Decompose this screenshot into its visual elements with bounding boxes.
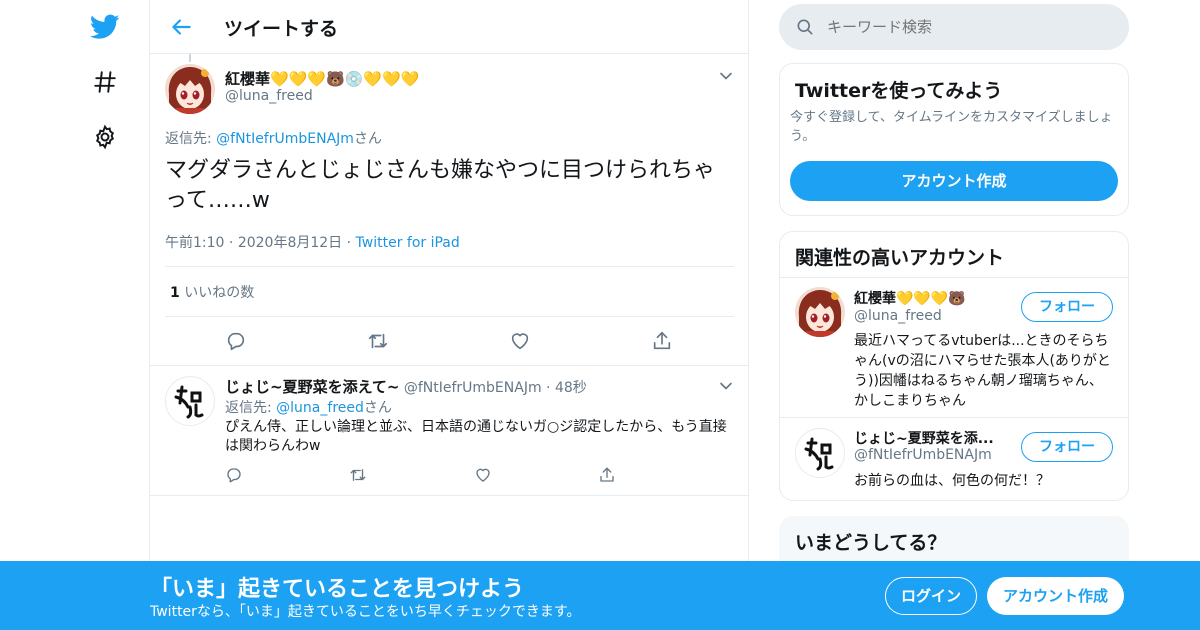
share-icon[interactable] [594,462,620,488]
author-handle[interactable]: @luna_freed [225,88,313,104]
retweet-icon[interactable] [345,462,371,488]
reply-context: 返信先: @luna_freedさん [225,397,392,417]
page-title: ツイートする [224,18,339,40]
tweet-text: マグダラさんとじょじさんも嫌なやつに目つけられちゃって……w [165,158,716,213]
thread-line [189,54,191,62]
author-name[interactable]: 紅櫻華💛💛💛🐻💿💛💛💛 [225,68,419,89]
author-handle[interactable]: @fNtIefrUmbENAJm [404,380,542,396]
account-name[interactable]: じょじ~夏野菜を添... [854,428,994,448]
share-icon[interactable] [649,328,675,354]
reply-context: 返信先: @fNtIefrUmbENAJmさん [165,128,382,148]
reply-prefix: 返信先: [225,400,277,416]
banner-signup-button[interactable]: アカウント作成 [987,577,1124,615]
signup-card-title: Twitterを使ってみよう [795,80,1003,102]
banner-subtext: Twitterなら、「いま」起きていることをいち早くチェックできます。 [150,604,581,620]
avatar[interactable] [165,376,215,426]
related-accounts-card: 関連性の高いアカウント 紅櫻華💛💛💛🐻 @luna_freed フォロー 最近ハ… [779,231,1129,501]
account-handle[interactable]: @fNtIefrUmbENAJm [854,447,992,463]
search-input[interactable] [827,4,1117,50]
reply-icon[interactable] [221,462,247,488]
related-title: 関連性の高いアカウント [795,247,1005,269]
tweet-time[interactable]: 午前1:10 [165,235,224,251]
signup-card-description: 今すぐ登録して、タイムラインをカスタマイズしましょう。 [790,110,1113,144]
tweet-date[interactable]: 2020年8月12日 [238,235,342,251]
reply-icon[interactable] [223,328,249,354]
follow-button[interactable]: フォロー [1021,432,1113,462]
divider [165,266,734,267]
account-bio: 最近ハマってるvtuberは...ときのそらちゃん(vの沼にハマらせた張本人(あ… [854,333,1111,409]
reply-prefix: 返信先: [165,131,217,147]
search-box[interactable] [779,4,1129,50]
account-handle[interactable]: @luna_freed [854,308,942,324]
chevron-down-icon[interactable] [716,376,736,396]
reply-to-link[interactable]: @fNtIefrUmbENAJm [216,131,354,147]
hashtag-icon[interactable] [88,65,122,99]
divider [780,417,1128,418]
reply-suffix: さん [363,400,392,416]
reply-header: じょじ~夏野菜を添えて~ @fNtIefrUmbENAJm · 48秒 [225,378,587,396]
search-icon [795,17,815,37]
retweet-icon[interactable] [365,328,391,354]
signup-card: Twitterを使ってみよう 今すぐ登録して、タイムラインをカスタマイズしましょ… [779,63,1129,216]
gear-icon[interactable] [88,120,122,154]
likes-count: 1 [170,285,180,301]
follow-button[interactable]: フォロー [1021,292,1113,322]
divider [150,365,748,366]
create-account-button[interactable]: アカウント作成 [790,161,1118,201]
signup-banner: 「いま」起きていることを見つけよう Twitterなら、「いま」起きていることを… [0,561,1200,630]
like-icon[interactable] [507,328,533,354]
account-name[interactable]: 紅櫻華💛💛💛🐻 [854,288,966,308]
likes-label: いいねの数 [184,285,255,301]
reply-suffix: さん [353,131,382,147]
author-name[interactable]: じょじ~夏野菜を添えて~ [225,378,399,396]
avatar[interactable] [165,64,215,114]
reply-text: ぴえん侍、正しい論理と並ぶ、日本語の通じないガ○ジ認定したから、もう直接は関わら… [225,419,727,454]
avatar[interactable] [795,287,845,337]
time-ago[interactable]: 48秒 [555,380,587,396]
divider [780,277,1128,278]
tweet-meta: 午前1:10 · 2020年8月12日 · Twitter for iPad [165,235,460,251]
divider [165,316,734,317]
main-column: ツイートする 紅櫻華💛💛💛🐻💿💛💛💛 @luna_freed 返信先: @fNt… [149,0,749,630]
likes-stat[interactable]: 1 いいねの数 [170,282,254,302]
chevron-down-icon[interactable] [716,66,736,86]
like-icon[interactable] [470,462,496,488]
tweet-source[interactable]: Twitter for iPad [356,235,460,251]
divider [150,495,748,496]
trends-title: いまどうしてる？ [795,532,947,554]
twitter-bird-icon[interactable] [88,10,122,44]
page-header: ツイートする [150,0,748,54]
banner-headline: 「いま」起きていることを見つけよう [150,577,525,602]
back-arrow-icon[interactable] [168,14,194,40]
account-bio: お前らの血は、何色の何だ！？ [854,473,1050,489]
login-button[interactable]: ログイン [885,577,977,615]
avatar[interactable] [795,428,845,478]
reply-to-link[interactable]: @luna_freed [276,400,364,416]
